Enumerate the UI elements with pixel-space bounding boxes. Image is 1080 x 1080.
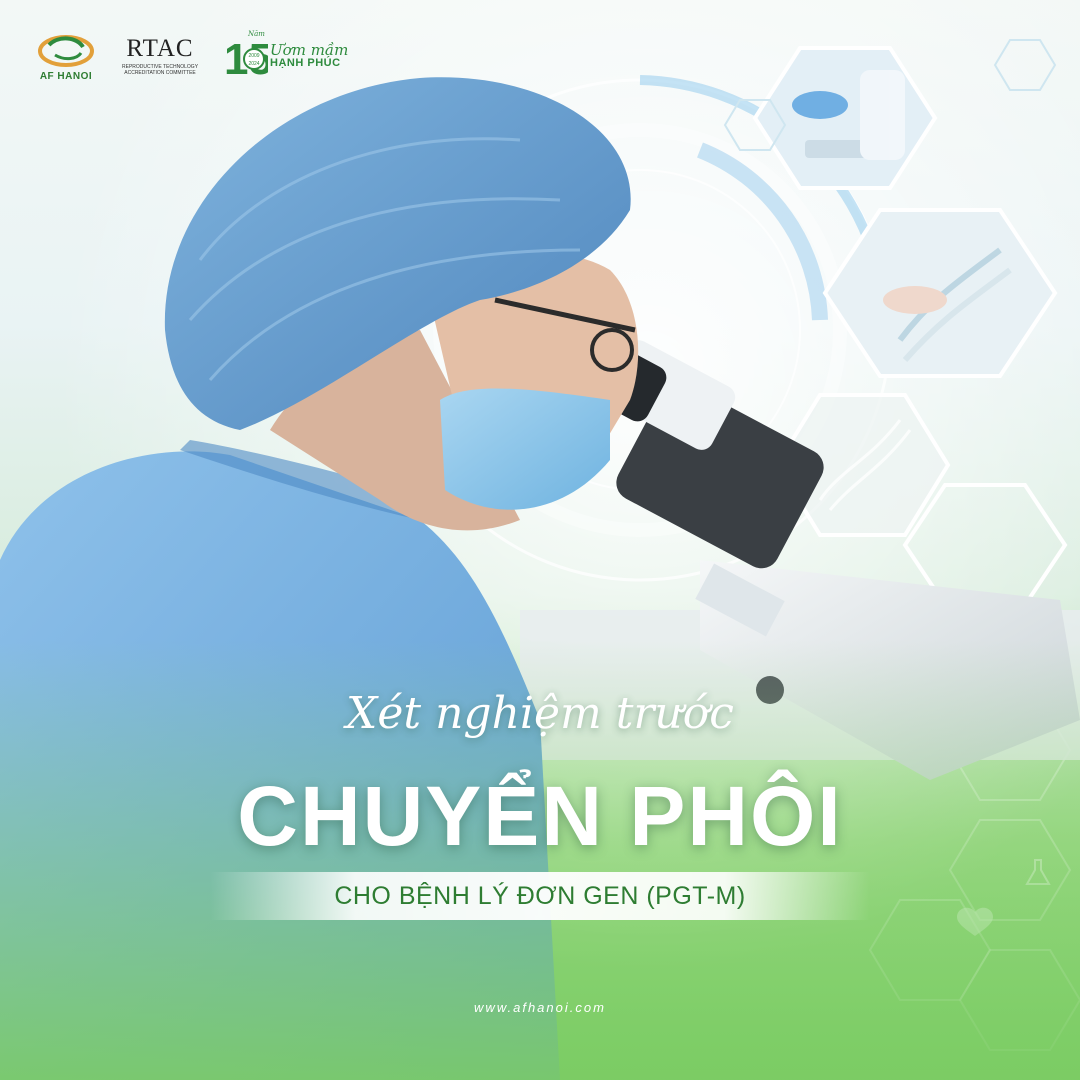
anniversary-nam: Năm [247,30,265,38]
rtac-logo: RTAC REPRODUCTIVE TECHNOLOGY ACCREDITATI… [122,36,198,76]
anniversary-logo: 15 2009 2024 Năm Ươm mầm HẠNH PHÚC [224,28,348,84]
script-title: Xét nghiệm trước [346,688,734,739]
anniversary-text: Ươm mầm HẠNH PHÚC [270,43,348,69]
poster-canvas: AF HANOI RTAC REPRODUCTIVE TECHNOLOGY AC… [0,0,1080,1080]
af-hanoi-logo: AF HANOI [36,31,96,82]
anniversary-year-end: 2024 [248,61,259,67]
headline: CHUYỂN PHÔI [237,769,843,863]
af-hanoi-emblem-icon [38,34,94,67]
logo-bar: AF HANOI RTAC REPRODUCTIVE TECHNOLOGY AC… [36,28,348,84]
af-hanoi-label: AF HANOI [39,70,93,82]
subheadline-ribbon: CHO BỆNH LÝ ĐƠN GEN (PGT-M) [210,872,870,920]
rtac-title: RTAC [126,35,194,62]
website-link[interactable]: www.afhanoi.com [0,1000,1080,1015]
rtac-subtitle: REPRODUCTIVE TECHNOLOGY ACCREDITATION CO… [122,64,198,76]
anniversary-year-start: 2009 [248,53,259,59]
anniversary-bold: HẠNH PHÚC [270,57,341,69]
anniversary-15-emblem: 15 2009 2024 Năm [224,30,268,84]
rtac-subtitle-line2: ACCREDITATION COMMITTEE [124,70,196,76]
anniversary-script: Ươm mầm [270,41,349,59]
subheadline: CHO BỆNH LÝ ĐƠN GEN (PGT-M) [334,881,746,910]
